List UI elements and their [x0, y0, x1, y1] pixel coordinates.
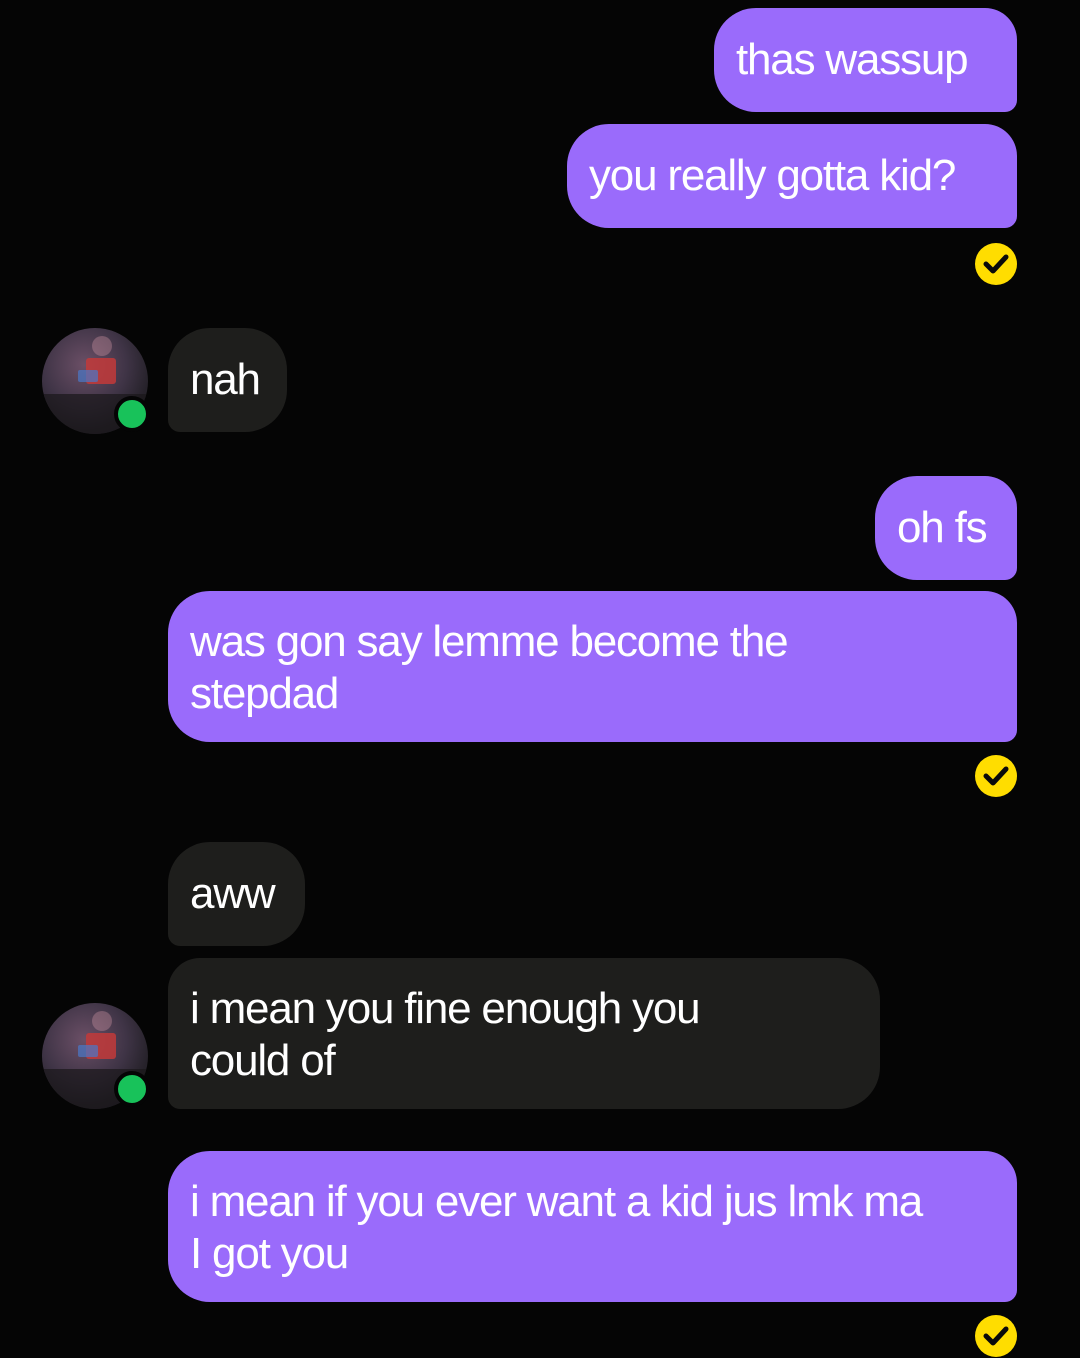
- message-bubble-incoming[interactable]: i mean you fine enough you could of: [168, 958, 880, 1109]
- check-circle-icon: [975, 755, 1017, 797]
- check-circle-icon: [975, 243, 1017, 285]
- online-status-dot: [114, 396, 150, 432]
- message-bubble-outgoing[interactable]: was gon say lemme become the stepdad: [168, 591, 1017, 742]
- message-bubble-outgoing[interactable]: oh fs: [875, 476, 1017, 580]
- message-text-line: i mean you fine enough you: [190, 984, 701, 1033]
- avatar[interactable]: [42, 328, 150, 434]
- check-circle-icon: [975, 1315, 1017, 1357]
- message-text-line: stepdad: [190, 669, 339, 718]
- message-text: oh fs: [897, 503, 988, 552]
- online-status-dot: [114, 1071, 150, 1107]
- message-bubble-outgoing[interactable]: you really gotta kid?: [567, 124, 1017, 228]
- message-text: you really gotta kid?: [589, 151, 956, 200]
- message-text-line: I got you: [190, 1229, 349, 1278]
- message-bubble-incoming[interactable]: nah: [168, 328, 287, 432]
- message-text: aww: [190, 869, 276, 918]
- message-bubble-outgoing[interactable]: thas wassup: [714, 8, 1017, 112]
- message-text: nah: [190, 355, 261, 404]
- message-text: thas wassup: [736, 35, 969, 84]
- avatar[interactable]: [42, 1003, 150, 1109]
- message-bubble-outgoing[interactable]: i mean if you ever want a kid jus lmk ma…: [168, 1151, 1017, 1302]
- message-text-line: was gon say lemme become the: [190, 617, 789, 666]
- message-bubble-incoming[interactable]: aww: [168, 842, 305, 946]
- message-text-line: could of: [190, 1036, 336, 1085]
- message-text-line: i mean if you ever want a kid jus lmk ma: [190, 1177, 923, 1226]
